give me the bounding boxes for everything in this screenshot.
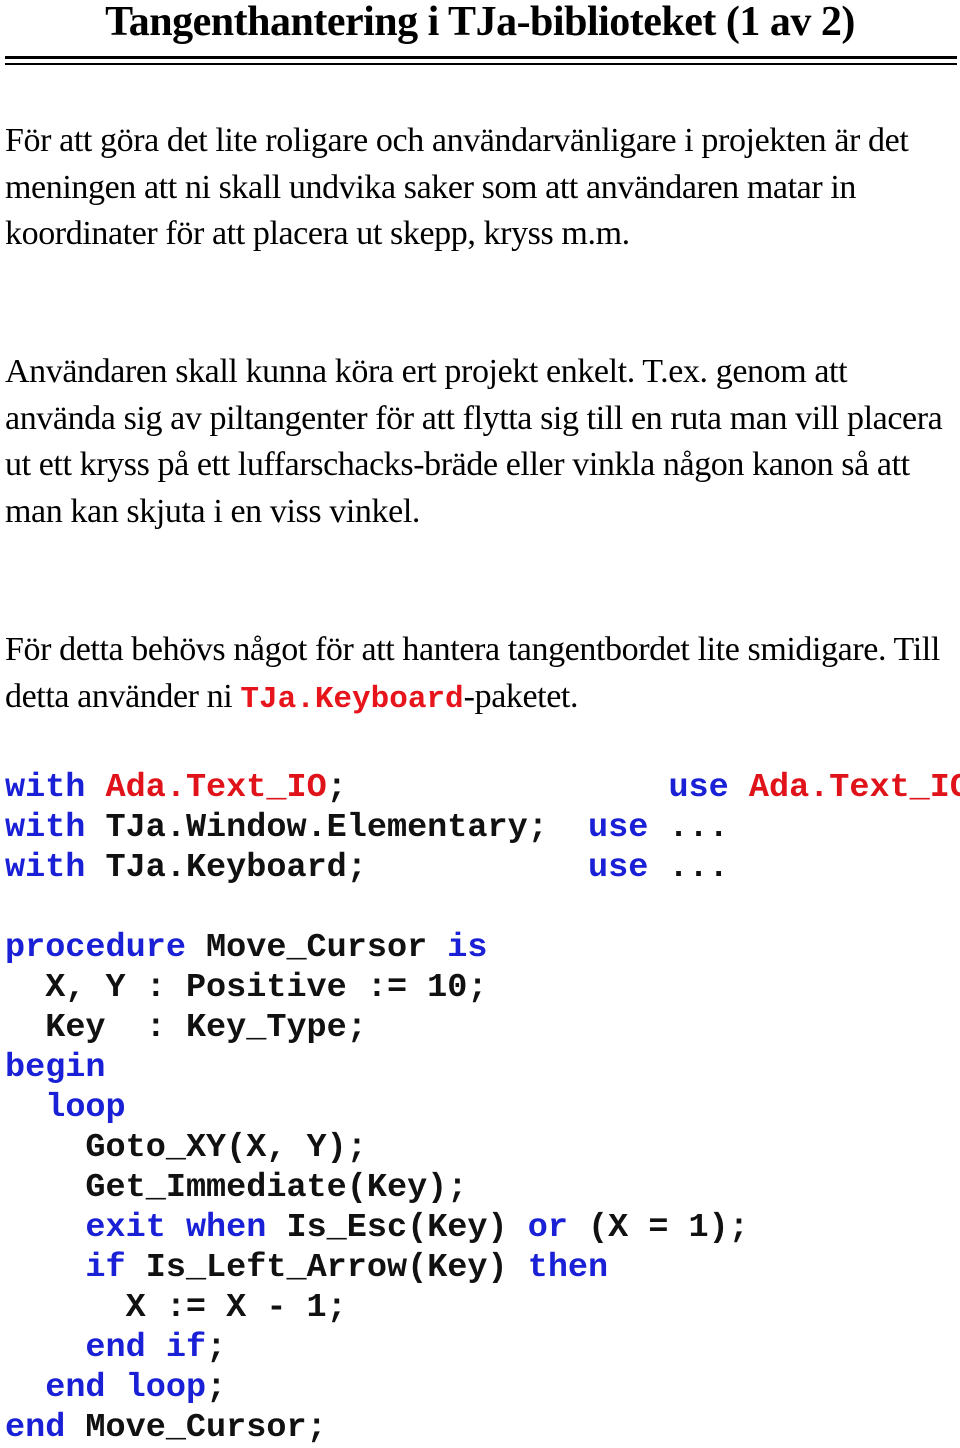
code-line: exit when Is_Esc(Key) or (X = 1); [5,1208,749,1248]
code-keyword: is [447,929,488,967]
code-keyword: use [588,849,649,887]
paragraph-usage: Användaren skall kunna köra ert projekt … [5,353,943,530]
code-package-name: TJa.Window.Elementary [105,809,528,847]
code-line: Key : Key_Type; [5,1008,749,1048]
code-keyword: exit [85,1209,166,1247]
code-keyword: procedure [5,929,186,967]
code-text: Is_Esc(Key) [266,1209,528,1247]
code-line: end Move_Cursor; [5,1408,749,1448]
code-line: Goto_XY(X, Y); [5,1128,749,1168]
paragraph-keyboard-package: För detta behövs något för att hantera t… [5,627,955,723]
inline-code-package: TJa.Keyboard [240,681,464,717]
code-line-import: with TJa.Window.Elementary; use ... [5,808,960,848]
title-rule-thin [5,63,957,65]
code-punct: ; [346,849,589,887]
code-text: Move_Cursor; [65,1409,327,1447]
code-keyword: end [85,1329,146,1367]
code-keyword: then [527,1249,609,1287]
code-text: ; [206,1329,227,1367]
code-punct: ; [326,769,669,807]
code-text: Goto_XY(X, Y); [85,1129,367,1167]
code-package-name: Ada.Text_IO [748,769,960,807]
code-text: X, Y : Positive := 10; [45,969,488,1007]
paragraph-text-end: -paketet. [463,677,579,715]
code-keyword: begin [5,1049,106,1087]
code-keyword: loop [45,1089,126,1127]
code-keyword: if [85,1249,126,1287]
code-package-name: ... [668,849,729,887]
code-line: loop [5,1088,749,1128]
code-text: Move_Cursor [185,929,448,967]
code-line-import: with TJa.Keyboard; use ... [5,848,960,888]
code-line: procedure Move_Cursor is [5,928,749,968]
code-text: Key : Key_Type; [45,1009,367,1047]
code-package-name: Ada.Text_IO [105,769,327,807]
code-package-name: TJa.Keyboard [105,849,347,887]
code-text: (X = 1); [567,1209,749,1247]
code-line-import: with Ada.Text_IO; use Ada.Text_IO; [5,768,960,808]
code-keyword: when [185,1209,267,1247]
code-keyword: with [5,769,86,807]
code-line: Get_Immediate(Key); [5,1168,749,1208]
code-text: X := X - 1; [125,1289,347,1327]
code-line: end loop; [5,1368,749,1408]
code-line: X, Y : Positive := 10; [5,968,749,1008]
code-line: if Is_Left_Arrow(Key) then [5,1248,749,1288]
code-keyword: with [5,809,86,847]
code-line: end if; [5,1328,749,1368]
code-line: X := X - 1; [5,1288,749,1328]
code-keyword: loop [125,1369,207,1407]
code-keyword: end [45,1369,106,1407]
code-text: ; [206,1369,227,1407]
paragraph-intro: För att göra det lite roligare och använ… [5,122,909,252]
code-text: Get_Immediate(Key); [85,1169,468,1207]
slide-title: Tangenthantering i TJa-biblioteket (1 av… [105,0,855,45]
code-keyword: use [588,809,649,847]
code-keyword: use [668,769,729,807]
code-block-imports: with Ada.Text_IO; use Ada.Text_IO;with T… [5,768,960,888]
title-rule-thick [5,56,957,59]
code-keyword: if [165,1329,207,1367]
code-package-name: ... [668,809,729,847]
code-block-procedure: procedure Move_Cursor is X, Y : Positive… [5,928,749,1448]
code-line: begin [5,1048,749,1088]
code-punct: ; [527,809,589,847]
code-keyword: with [5,849,86,887]
code-keyword: end [5,1409,66,1447]
code-text: Is_Left_Arrow(Key) [125,1249,528,1287]
code-keyword: or [527,1209,568,1247]
